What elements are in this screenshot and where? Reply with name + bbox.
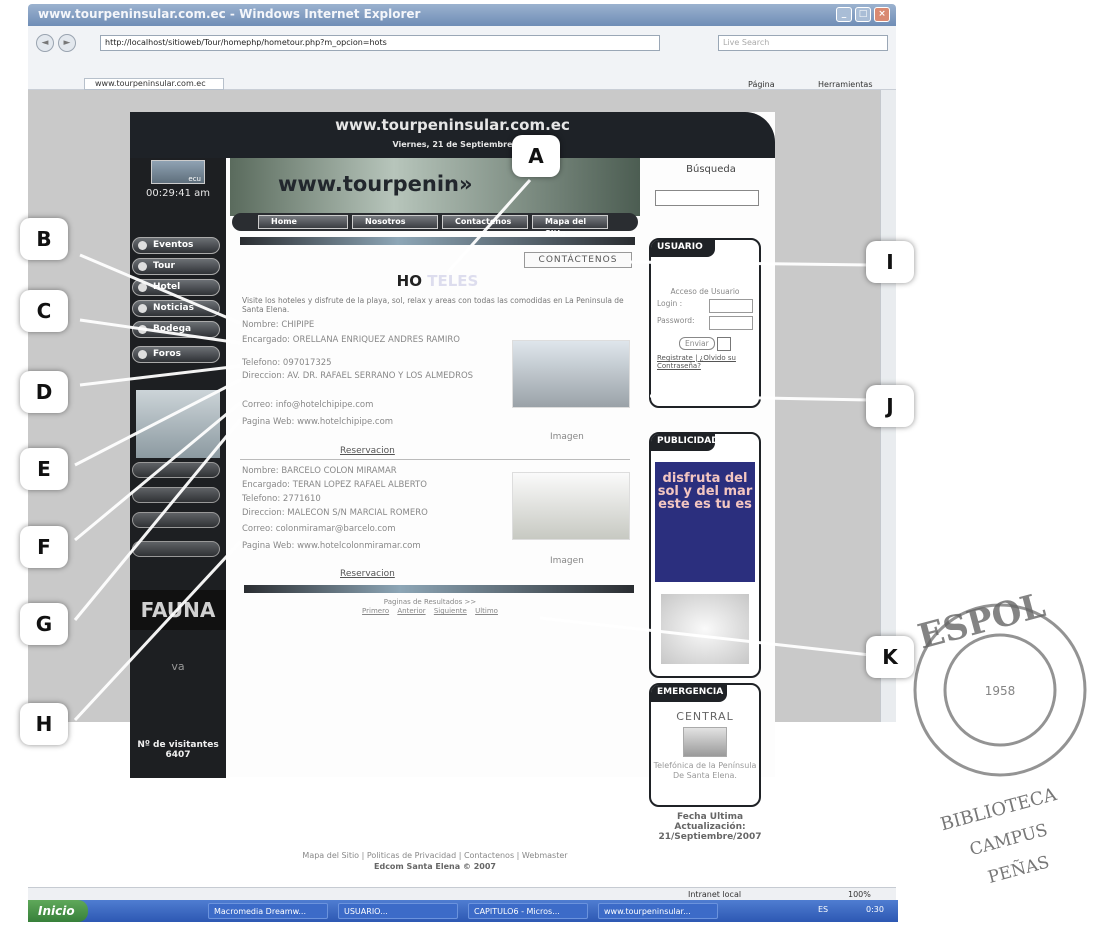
callout-d: D (20, 371, 68, 413)
callout-c: C (20, 290, 68, 332)
callout-j: J (866, 385, 914, 427)
callout-e: E (20, 448, 68, 490)
svg-text:PEÑAS: PEÑAS (986, 851, 1052, 888)
callout-i: I (866, 241, 914, 283)
svg-text:ESPOL: ESPOL (914, 585, 1050, 657)
library-stamp: ESPOL 1958 BIBLIOTECA CAMPUS PEÑAS (913, 585, 1087, 888)
callout-a: A (512, 135, 560, 177)
callout-b: B (20, 218, 68, 260)
callout-f: F (20, 526, 68, 568)
callout-g: G (20, 603, 68, 645)
svg-text:1958: 1958 (985, 684, 1016, 698)
callout-h: H (20, 703, 68, 745)
